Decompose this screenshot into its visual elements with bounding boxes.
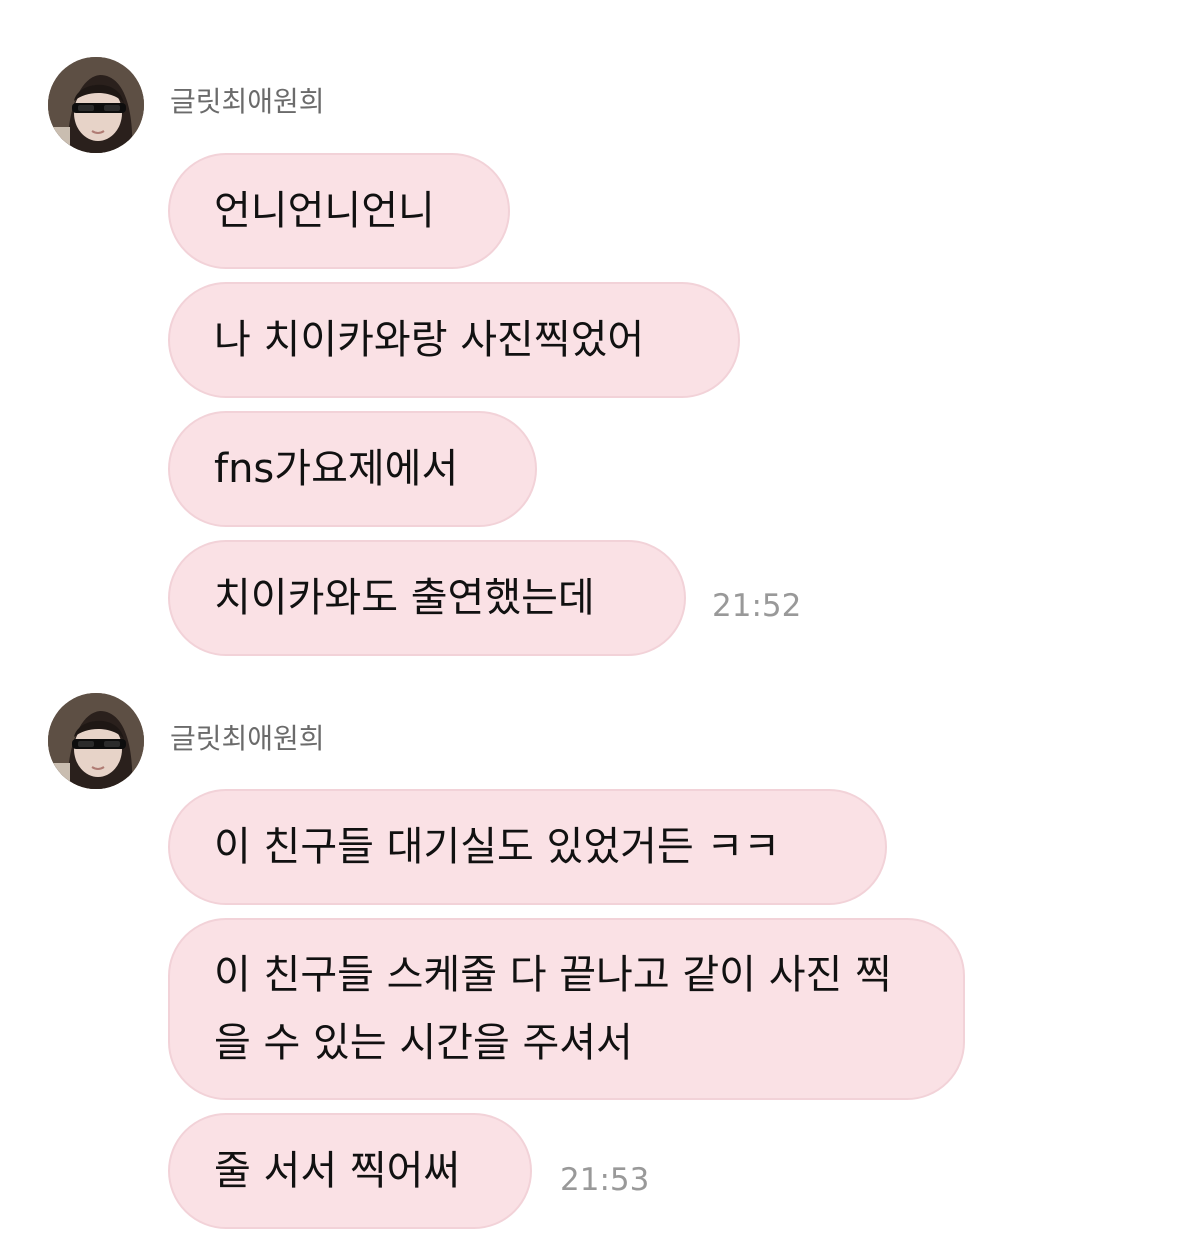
message-bubble[interactable]: 나 치이카와랑 사진찍었어 — [168, 282, 740, 398]
avatar[interactable] — [48, 693, 144, 789]
message-bubble[interactable]: 언니언니언니 — [168, 153, 510, 269]
message-text: fns가요제에서 — [214, 446, 459, 492]
message-bubble[interactable]: 이 친구들 스케줄 다 끝나고 같이 사진 찍을 수 있는 시간을 주셔서 — [168, 918, 965, 1100]
message-bubble[interactable]: fns가요제에서 — [168, 411, 537, 527]
message-bubble[interactable]: 이 친구들 대기실도 있었거든 ㅋㅋ — [168, 789, 887, 905]
message-text: 언니언니언니 — [214, 188, 435, 234]
profile-photo-icon — [48, 693, 144, 789]
avatar[interactable] — [48, 57, 144, 153]
sender-name: 글릿최애원희 — [170, 722, 325, 755]
message-text: 치이카와도 출연했는데 — [214, 575, 595, 621]
message-text: 줄 서서 찍어써 — [214, 1148, 461, 1194]
message-text: 나 치이카와랑 사진찍었어 — [214, 317, 645, 363]
message-timestamp: 21:53 — [560, 1162, 650, 1198]
sender-name: 글릿최애원희 — [170, 85, 325, 118]
message-timestamp: 21:52 — [712, 588, 802, 624]
message-text: 이 친구들 스케줄 다 끝나고 같이 사진 찍을 수 있는 시간을 주셔서 — [214, 952, 892, 1066]
message-text: 이 친구들 대기실도 있었거든 ㅋㅋ — [214, 824, 781, 870]
profile-photo-icon — [48, 57, 144, 153]
message-bubble[interactable]: 줄 서서 찍어써 — [168, 1113, 532, 1229]
message-bubble[interactable]: 치이카와도 출연했는데 — [168, 540, 686, 656]
